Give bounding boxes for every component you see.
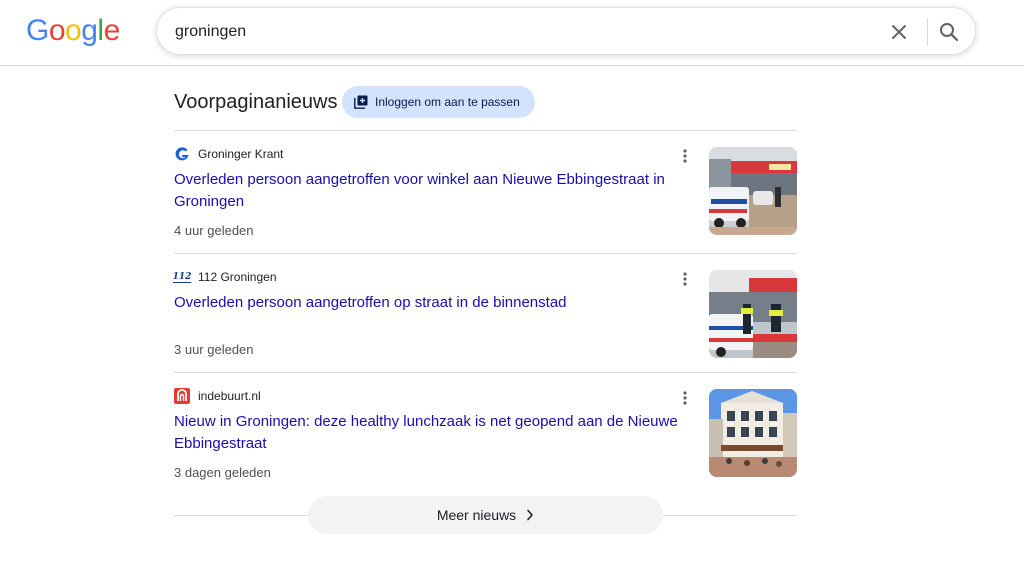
- news-article: indebuurt.nl Nieuw in Groningen: deze he…: [174, 373, 797, 483]
- article-headline[interactable]: Nieuw in Groningen: deze healthy lunchza…: [174, 411, 684, 455]
- source-name: 112 Groningen: [198, 270, 277, 284]
- favicon-text: 112: [172, 271, 192, 283]
- more-news-button[interactable]: Meer nieuws: [308, 496, 663, 534]
- sign-in-customize-chip[interactable]: Inloggen om aan te passen: [342, 86, 535, 118]
- more-vert-icon: [683, 391, 687, 405]
- section-title: Voorpaginanieuws: [174, 91, 338, 113]
- 112-groningen-icon: 112: [172, 269, 192, 285]
- more-options-button[interactable]: [678, 389, 692, 407]
- more-options-button[interactable]: [678, 147, 692, 165]
- article-source[interactable]: 112 112 Groningen: [172, 268, 277, 286]
- search-button[interactable]: [937, 20, 961, 44]
- groninger-krant-icon: [174, 146, 190, 162]
- more-options-button[interactable]: [678, 270, 692, 288]
- search-icon: [940, 23, 959, 42]
- close-icon: [892, 25, 906, 39]
- article-headline[interactable]: Overleden persoon aangetroffen op straat…: [174, 292, 684, 314]
- article-thumbnail[interactable]: [709, 147, 797, 235]
- chevron-right-icon: [527, 509, 533, 521]
- clear-search-button[interactable]: [887, 20, 911, 44]
- more-vert-icon: [683, 149, 687, 163]
- library-add-icon: [354, 95, 368, 109]
- google-logo[interactable]: Google: [26, 14, 120, 48]
- logo-letter: o: [48, 14, 66, 47]
- search-divider: [927, 18, 928, 46]
- logo-letter: G: [26, 14, 49, 47]
- indebuurt-icon: [174, 388, 190, 404]
- news-article: Groninger Krant Overleden persoon aanget…: [174, 131, 797, 241]
- article-headline[interactable]: Overleden persoon aangetroffen voor wink…: [174, 169, 684, 213]
- article-age: 4 uur geleden: [174, 223, 254, 238]
- article-source[interactable]: indebuurt.nl: [174, 387, 261, 405]
- search-header: Google: [0, 0, 1024, 66]
- article-thumbnail[interactable]: [709, 389, 797, 477]
- logo-letter: o: [65, 14, 82, 47]
- source-name: indebuurt.nl: [198, 389, 261, 403]
- article-age: 3 dagen geleden: [174, 465, 271, 480]
- logo-letter: g: [81, 14, 98, 47]
- source-name: Groninger Krant: [198, 147, 284, 161]
- logo-letter: e: [103, 14, 121, 47]
- article-age: 3 uur geleden: [174, 342, 254, 357]
- search-input[interactable]: [175, 20, 855, 44]
- more-vert-icon: [683, 272, 687, 286]
- news-article: 112 112 Groningen Overleden persoon aang…: [172, 254, 797, 364]
- top-stories-header: Voorpaginanieuws Inloggen om aan te pass…: [174, 86, 797, 120]
- article-thumbnail[interactable]: [709, 270, 797, 358]
- article-source[interactable]: Groninger Krant: [174, 145, 283, 163]
- chip-label: Inloggen om aan te passen: [375, 95, 520, 109]
- search-box: [156, 7, 976, 55]
- more-news-label: Meer nieuws: [436, 507, 517, 523]
